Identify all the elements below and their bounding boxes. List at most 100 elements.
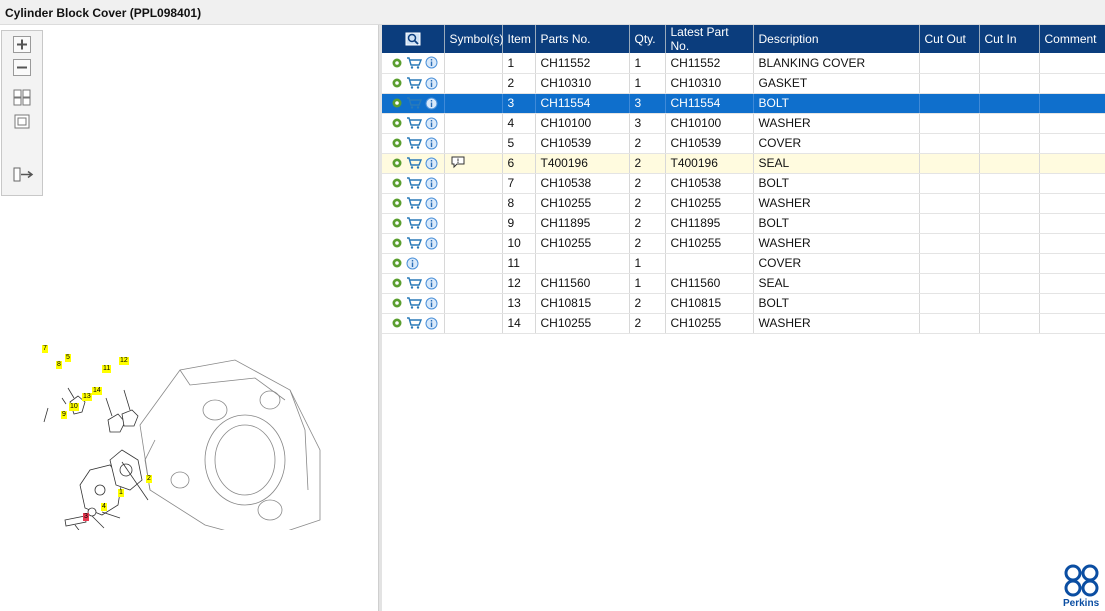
cut-in-cell xyxy=(979,73,1040,94)
table-row[interactable]: 7 CH10538 2 CH10538 BOLT xyxy=(382,173,1105,194)
gear-icon[interactable] xyxy=(391,297,403,309)
callout-label[interactable]: 8 xyxy=(56,361,62,369)
gear-icon[interactable] xyxy=(391,317,403,329)
parts-grid[interactable]: Symbol(s) Item Parts No. Qty. Latest Par… xyxy=(382,25,1105,334)
gear-icon[interactable] xyxy=(391,97,403,109)
info-icon[interactable] xyxy=(425,317,438,330)
callout-label[interactable]: 9 xyxy=(61,411,67,419)
info-icon[interactable] xyxy=(425,117,438,130)
row-actions xyxy=(382,313,445,334)
table-row[interactable]: 8 CH10255 2 CH10255 WASHER xyxy=(382,193,1105,214)
gear-icon[interactable] xyxy=(391,57,403,69)
callout-label[interactable]: 7 xyxy=(42,345,48,353)
gear-icon[interactable] xyxy=(391,257,403,269)
gear-icon[interactable] xyxy=(391,177,403,189)
note-icon[interactable] xyxy=(450,155,466,169)
description-cell: WASHER xyxy=(753,313,920,334)
cart-icon[interactable] xyxy=(406,217,422,229)
fit-all-button[interactable] xyxy=(13,89,31,106)
zoom-to-part-icon[interactable] xyxy=(405,32,421,46)
table-row[interactable]: 2 CH10310 1 CH10310 GASKET xyxy=(382,73,1105,94)
table-row[interactable]: 9 CH11895 2 CH11895 BOLT xyxy=(382,213,1105,234)
cart-icon[interactable] xyxy=(406,57,422,69)
table-row[interactable]: 3 CH11554 3 CH11554 BOLT xyxy=(382,93,1105,114)
table-row[interactable]: 6 T400196 2 T400196 SEAL xyxy=(382,153,1105,174)
cart-icon[interactable] xyxy=(406,157,422,169)
cart-icon[interactable] xyxy=(406,77,422,89)
item-cell: 9 xyxy=(502,213,536,234)
callout-label[interactable]: 5 xyxy=(65,354,71,362)
cut-in-cell xyxy=(979,233,1040,254)
info-icon[interactable] xyxy=(425,197,438,210)
table-row[interactable]: 10 CH10255 2 CH10255 WASHER xyxy=(382,233,1105,254)
exploded-parts-diagram[interactable] xyxy=(30,330,330,530)
info-icon[interactable] xyxy=(425,56,438,69)
qty-cell: 2 xyxy=(629,233,666,254)
illustration-pane[interactable]: 7 8 5 11 12 13 14 10 9 2 1 4 3 xyxy=(0,25,378,611)
callout-label[interactable]: 4 xyxy=(101,503,107,511)
info-icon[interactable] xyxy=(425,297,438,310)
info-icon[interactable] xyxy=(425,177,438,190)
symbol-cell xyxy=(444,173,503,194)
gear-icon[interactable] xyxy=(391,137,403,149)
column-header-qty[interactable]: Qty. xyxy=(629,25,666,53)
gear-icon[interactable] xyxy=(391,277,403,289)
info-icon[interactable] xyxy=(425,77,438,90)
column-header-comment[interactable]: Comment xyxy=(1039,25,1105,53)
gear-icon[interactable] xyxy=(391,117,403,129)
info-icon[interactable] xyxy=(425,217,438,230)
cart-icon[interactable] xyxy=(406,297,422,309)
cart-icon[interactable] xyxy=(406,137,422,149)
cart-icon[interactable] xyxy=(406,317,422,329)
table-row[interactable]: 1 CH11552 1 CH11552 BLANKING COVER xyxy=(382,53,1105,74)
callout-label[interactable]: 10 xyxy=(69,403,79,411)
table-row[interactable]: 14 CH10255 2 CH10255 WASHER xyxy=(382,313,1105,334)
info-icon[interactable] xyxy=(425,157,438,170)
callout-label[interactable]: 12 xyxy=(119,357,129,365)
info-icon[interactable] xyxy=(425,237,438,250)
callout-label[interactable]: 2 xyxy=(146,475,152,483)
callout-label[interactable]: 3 xyxy=(83,513,89,521)
column-header-cut-in[interactable]: Cut In xyxy=(979,25,1040,53)
cart-icon[interactable] xyxy=(406,177,422,189)
table-row[interactable]: 4 CH10100 3 CH10100 WASHER xyxy=(382,113,1105,134)
info-icon[interactable] xyxy=(406,257,419,270)
column-header-description[interactable]: Description xyxy=(753,25,920,53)
column-header-parts-no[interactable]: Parts No. xyxy=(535,25,630,53)
column-header-cut-out[interactable]: Cut Out xyxy=(919,25,980,53)
gear-icon[interactable] xyxy=(391,217,403,229)
column-header-latest-part-no[interactable]: Latest Part No. xyxy=(665,25,754,53)
gear-icon[interactable] xyxy=(391,237,403,249)
gear-icon[interactable] xyxy=(391,197,403,209)
column-header-item[interactable]: Item xyxy=(502,25,536,53)
gear-icon[interactable] xyxy=(391,77,403,89)
column-header-tools[interactable] xyxy=(382,25,445,53)
latest-part-no-cell: CH10815 xyxy=(665,293,754,314)
callout-label[interactable]: 1 xyxy=(118,489,124,497)
actual-size-button[interactable] xyxy=(13,113,31,130)
info-icon[interactable] xyxy=(425,137,438,150)
row-actions xyxy=(382,233,445,254)
callout-label[interactable]: 13 xyxy=(82,393,92,401)
info-icon[interactable] xyxy=(425,277,438,290)
callout-label[interactable]: 14 xyxy=(92,387,102,395)
callout-label[interactable]: 11 xyxy=(102,365,112,373)
gear-icon[interactable] xyxy=(391,157,403,169)
cut-in-cell xyxy=(979,133,1040,154)
toggle-list-button[interactable] xyxy=(13,166,35,183)
cart-icon[interactable] xyxy=(406,97,422,109)
table-row[interactable]: 13 CH10815 2 CH10815 BOLT xyxy=(382,293,1105,314)
table-row[interactable]: 11 1 COVER xyxy=(382,253,1105,274)
row-actions xyxy=(382,73,445,94)
cart-icon[interactable] xyxy=(406,237,422,249)
cart-icon[interactable] xyxy=(406,197,422,209)
description-cell: SEAL xyxy=(753,153,920,174)
cart-icon[interactable] xyxy=(406,117,422,129)
table-row[interactable]: 12 CH11560 1 CH11560 SEAL xyxy=(382,273,1105,294)
info-icon[interactable] xyxy=(425,97,438,110)
table-row[interactable]: 5 CH10539 2 CH10539 COVER xyxy=(382,133,1105,154)
zoom-in-button[interactable] xyxy=(13,36,31,53)
cart-icon[interactable] xyxy=(406,277,422,289)
zoom-out-button[interactable] xyxy=(13,59,31,76)
column-header-symbols[interactable]: Symbol(s) xyxy=(444,25,504,53)
